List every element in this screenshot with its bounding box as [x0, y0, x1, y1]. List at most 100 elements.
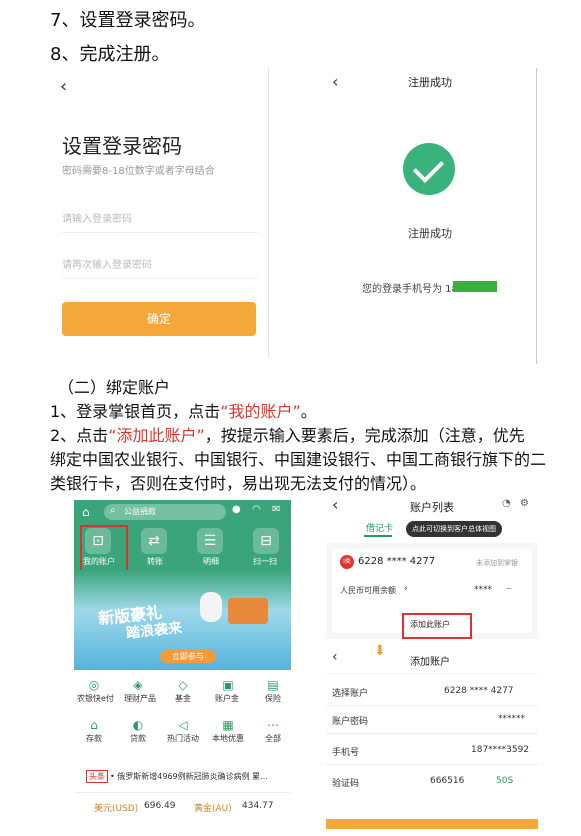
- grid-label-gold: 账户金: [215, 694, 239, 703]
- tab-debit-card[interactable]: 借记卡: [366, 521, 393, 534]
- p1-text: 1、登录掌银首页，点击: [50, 402, 221, 421]
- highlight-box: [80, 525, 128, 573]
- screenshot-account-list: ‹ 账户列表 ◔ ⚙ 借记卡 点此可切换到客户总体视图 I类 6228 ****…: [326, 493, 538, 829]
- grid-label-loan: 贷款: [130, 734, 146, 743]
- details-icon[interactable]: ☰: [197, 528, 223, 554]
- submit-button[interactable]: [326, 819, 538, 829]
- local-offer-icon[interactable]: ▦: [220, 718, 236, 732]
- form-value: 666516: [430, 776, 465, 786]
- usd-value: 696.49: [144, 801, 176, 811]
- transfer-icon[interactable]: ⇄: [141, 528, 167, 554]
- phone-redaction: [453, 281, 497, 292]
- news-tag: 头条: [86, 770, 108, 783]
- arrow-down-icon: ⬇: [374, 643, 386, 659]
- form-value: 6228 **** 4277: [444, 686, 514, 696]
- card-badge: I类: [340, 555, 354, 569]
- screenshot-bank-home: ⌂ ⌕ 公益捐款 ● ◠ ✉ ⊡ 我的账户 ⇄ 转账 ☰ 明细 ⊟ 扫一扫 新版…: [74, 500, 291, 822]
- success-check-icon: [403, 143, 455, 195]
- step-7: 7、设置登录密码。: [50, 10, 206, 31]
- view-switch-icon[interactable]: ◔: [502, 498, 511, 509]
- wealth-icon[interactable]: ◈: [130, 678, 146, 692]
- page-title: 设置登录密码: [62, 134, 182, 158]
- divider: [62, 232, 258, 233]
- scan-icon[interactable]: ⊟: [253, 528, 279, 554]
- p2-rest: ，按提示输入要素后，完成添加（注意，优先: [204, 426, 525, 445]
- grid-label-epay: 农银快e付: [77, 694, 114, 703]
- screenshot-register-success: ‹ 注册成功 注册成功 您的登录手机号为 187: [324, 68, 537, 364]
- mic-icon[interactable]: ●: [232, 504, 241, 515]
- balance-mask: ****: [474, 585, 492, 595]
- join-button[interactable]: 立即参与: [160, 650, 216, 663]
- phone-text: 您的登录手机号为 187: [362, 284, 465, 295]
- usd-label: 美元(USD): [94, 804, 139, 814]
- header-title: 注册成功: [408, 76, 452, 89]
- fund-icon[interactable]: ◇: [175, 678, 191, 692]
- grid-label-fund: 基金: [175, 694, 191, 703]
- search-input[interactable]: 公益捐款: [124, 506, 156, 517]
- back-icon[interactable]: ‹: [332, 495, 338, 514]
- form-value: ******: [498, 714, 525, 724]
- divider: [62, 278, 258, 279]
- divider: [326, 733, 538, 734]
- card-number: 6228 **** 4277: [358, 556, 436, 567]
- header-title: 账户列表: [410, 501, 454, 514]
- grid-label-activity: 热门活动: [167, 734, 199, 743]
- paragraph-2-line-3: 类银行卡，否则在支付时，易出现无法支付的情况）。: [50, 474, 427, 493]
- gear-icon[interactable]: ⚙: [520, 498, 529, 509]
- password-input[interactable]: 请输入登录密码: [62, 210, 132, 225]
- tooltip: 点此可切换到客户总体视图: [406, 521, 502, 537]
- screenshot-set-password: ‹ 设置登录密码 密码需要8-18位数字或者字母结合 请输入登录密码 请再次输入…: [52, 68, 269, 358]
- epay-icon[interactable]: ◎: [86, 678, 102, 692]
- paragraph-2-line-2: 绑定中国农业银行、中国银行、中国建设银行、中国工商银行旗下的二: [50, 450, 547, 469]
- icon-label-details: 明细: [203, 557, 219, 566]
- chevron-right-icon: ›: [404, 584, 408, 594]
- mascot: [200, 592, 222, 622]
- news-headline[interactable]: • 俄罗斯新增4969例新冠肺炎确诊病例 累...: [110, 771, 268, 782]
- tab-indicator: [364, 535, 392, 537]
- divider: [326, 764, 538, 765]
- balance-label: 人民币可用余额: [340, 586, 396, 595]
- card-status: 未添加到掌银: [476, 559, 518, 567]
- more-icon[interactable]: ⋯: [265, 718, 281, 732]
- icon-label-transfer: 转账: [147, 557, 163, 566]
- step-8: 8、完成注册。: [50, 44, 170, 65]
- form-value: 187****3592: [471, 745, 530, 755]
- back-icon[interactable]: ‹: [332, 72, 338, 91]
- search-bar[interactable]: [104, 504, 226, 520]
- loan-icon[interactable]: ◐: [130, 718, 146, 732]
- grid-label-insurance: 保险: [265, 694, 281, 703]
- gold-icon[interactable]: ▣: [220, 678, 236, 692]
- confirm-button[interactable]: 确定: [62, 302, 256, 336]
- paragraph-1: 1、登录掌银首页，点击“我的账户”。: [50, 398, 317, 422]
- headset-icon[interactable]: ◠: [252, 504, 261, 515]
- section-heading: （二）绑定账户: [58, 378, 171, 397]
- insurance-icon[interactable]: ▤: [265, 678, 281, 692]
- divider: [74, 792, 291, 793]
- divider: [326, 673, 538, 674]
- grid-label-wealth: 理财产品: [124, 694, 156, 703]
- countdown[interactable]: 50S: [496, 776, 513, 786]
- deposit-icon[interactable]: ⌂: [86, 718, 102, 732]
- back-icon[interactable]: ‹: [60, 76, 67, 97]
- eye-off-icon[interactable]: ⌣: [506, 584, 512, 594]
- password-hint: 密码需要8-18位数字或者字母结合: [62, 166, 215, 177]
- gold-value: 434.77: [242, 801, 274, 811]
- activity-icon[interactable]: ◁: [175, 718, 191, 732]
- grid-label-deposit: 存款: [86, 734, 102, 743]
- form-label: 验证码: [332, 779, 360, 789]
- add-account-button[interactable]: 添加此账户: [410, 619, 450, 630]
- gift-icon[interactable]: ⌂: [82, 505, 90, 519]
- grid-label-local-offer: 本地优惠: [212, 734, 244, 743]
- p2-highlight: “添加此账户”: [108, 426, 205, 445]
- form-label: 选择账户: [332, 689, 369, 699]
- mail-icon[interactable]: ✉: [272, 504, 280, 515]
- p1-highlight: “我的账户”: [220, 402, 301, 421]
- search-icon: ⌕: [110, 505, 116, 516]
- divider: [326, 705, 538, 706]
- form-label: 账户密码: [332, 717, 369, 727]
- gold-label: 黄金(AU): [194, 804, 232, 814]
- confirm-password-input[interactable]: 请再次输入登录密码: [62, 256, 152, 271]
- paragraph-2: 2、点击“添加此账户”，按提示输入要素后，完成添加（注意，优先: [50, 422, 525, 446]
- p2-text: 2、点击: [50, 426, 109, 445]
- back-icon[interactable]: ‹: [332, 649, 338, 665]
